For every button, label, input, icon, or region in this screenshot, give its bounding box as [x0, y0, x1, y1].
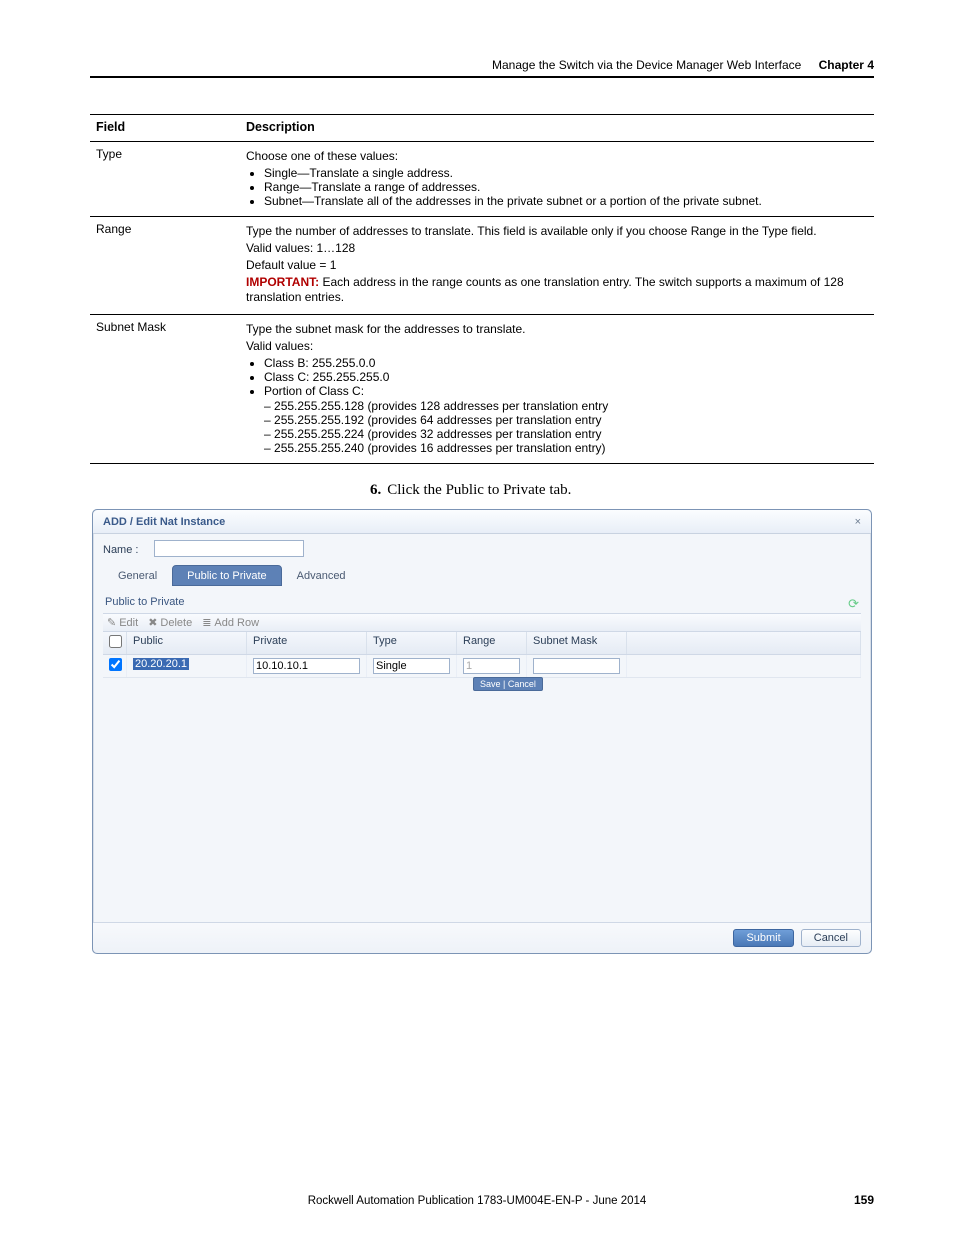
th-field: Field	[90, 115, 240, 142]
page-header: Manage the Switch via the Device Manager…	[90, 58, 874, 78]
subnet-input[interactable]	[533, 658, 620, 674]
edit-button[interactable]: ✎ Edit	[107, 616, 138, 629]
select-all-checkbox[interactable]	[109, 635, 122, 648]
col-public: Public	[127, 632, 247, 654]
cell-description: Choose one of these values: Single—Trans…	[240, 142, 874, 217]
row-checkbox[interactable]	[109, 658, 122, 671]
table-row: Subnet Mask Type the subnet mask for the…	[90, 315, 874, 464]
step-text: Click the Public to Private tab.	[387, 482, 571, 498]
header-title: Manage the Switch via the Device Manager…	[492, 58, 801, 72]
col-private: Private	[247, 632, 367, 654]
cell-field: Subnet Mask	[90, 315, 240, 464]
dialog-title: ADD / Edit Nat Instance	[103, 516, 225, 528]
page-number: 159	[854, 1193, 874, 1207]
nat-instance-dialog: ADD / Edit Nat Instance × Name : General…	[92, 509, 872, 954]
cancel-button[interactable]: Cancel	[801, 929, 861, 947]
col-range: Range	[457, 632, 527, 654]
cell-description: Type the number of addresses to translat…	[240, 217, 874, 315]
table-row: Range Type the number of addresses to tr…	[90, 217, 874, 315]
section-label: Public to Private ⟳	[103, 590, 861, 613]
tab-bar: General Public to Private Advanced	[103, 565, 861, 586]
range-input[interactable]	[463, 658, 520, 674]
inline-save-cancel[interactable]: Save | Cancel	[473, 677, 543, 691]
refresh-icon[interactable]: ⟳	[848, 596, 859, 612]
tab-public-to-private[interactable]: Public to Private	[172, 565, 281, 586]
name-row: Name :	[103, 540, 861, 565]
instruction-step: 6. Click the Public to Private tab.	[370, 482, 874, 499]
add-row-button[interactable]: ≣ Add Row	[202, 616, 259, 629]
public-input[interactable]: 20.20.20.1	[133, 658, 189, 670]
name-label: Name :	[103, 544, 151, 556]
grid-header: Public Private Type Range Subnet Mask	[103, 632, 861, 655]
cell-field: Type	[90, 142, 240, 217]
table-row: Type Choose one of these values: Single—…	[90, 142, 874, 217]
submit-button[interactable]: Submit	[733, 929, 793, 947]
tab-general[interactable]: General	[103, 565, 172, 586]
cell-field: Range	[90, 217, 240, 315]
footer-publication: Rockwell Automation Publication 1783-UM0…	[0, 1195, 954, 1207]
type-input[interactable]	[373, 658, 450, 674]
step-number: 6.	[370, 482, 381, 498]
name-input[interactable]	[154, 540, 304, 557]
private-input[interactable]	[253, 658, 360, 674]
th-description: Description	[240, 115, 874, 142]
field-description-table: Field Description Type Choose one of the…	[90, 114, 874, 464]
grid-empty-area	[103, 692, 861, 922]
close-icon[interactable]: ×	[855, 516, 861, 528]
delete-button[interactable]: ✖ Delete	[148, 616, 192, 629]
dialog-titlebar: ADD / Edit Nat Instance ×	[93, 510, 871, 534]
dialog-footer: Submit Cancel	[93, 922, 871, 953]
important-label: IMPORTANT:	[246, 275, 319, 289]
cell-description: Type the subnet mask for the addresses t…	[240, 315, 874, 464]
col-type: Type	[367, 632, 457, 654]
grid-row: 20.20.20.1	[103, 655, 861, 678]
chapter-label: Chapter 4	[819, 58, 874, 72]
tab-advanced[interactable]: Advanced	[282, 565, 361, 586]
grid-toolbar: ✎ Edit ✖ Delete ≣ Add Row	[103, 613, 861, 632]
col-subnet: Subnet Mask	[527, 632, 627, 654]
